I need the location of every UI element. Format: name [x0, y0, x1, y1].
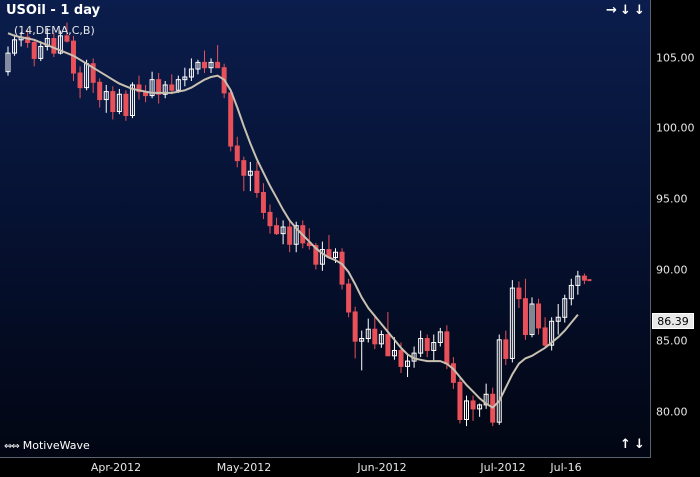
candle-down [457, 381, 463, 421]
candle-down [516, 287, 522, 300]
candle-down [346, 283, 352, 313]
y-tick-label: 95.00 [656, 192, 688, 206]
candle-down [398, 349, 404, 367]
candle-down [274, 225, 280, 235]
chart-window: USOil - 1 day (14,DEMA,C,B) → ↓ ↓ ↑ ↓ ⇔⇔… [0, 0, 700, 477]
last-price-badge: 86.39 [652, 313, 694, 329]
indicator-label: (14,DEMA,C,B) [14, 24, 95, 37]
candle-down [581, 275, 587, 281]
candle-down [385, 334, 391, 357]
candle-down [542, 327, 548, 346]
candle-down [424, 338, 430, 351]
price-chart-svg [5, 22, 592, 427]
y-tick-label: 90.00 [656, 263, 688, 277]
chart-title: USOil - 1 day [6, 3, 101, 18]
candle-down [228, 92, 234, 147]
candle-down [352, 311, 358, 342]
candle-down [110, 91, 116, 113]
candle-down [169, 84, 175, 91]
candle-down [522, 298, 528, 336]
candle-down [31, 41, 37, 59]
scale-up-icon[interactable]: ↑ [620, 437, 631, 452]
candle-down [260, 191, 266, 213]
candle-down [97, 81, 103, 101]
scale-down-icon[interactable]: ↓ [634, 437, 645, 452]
x-tick-label: Jul-2012 [480, 461, 526, 474]
candle-down [372, 328, 378, 345]
candle-down [202, 61, 207, 69]
x-tick-label: May-2012 [216, 461, 272, 474]
x-tick-label: Jun-2012 [357, 461, 407, 474]
scroll-down-alt-icon[interactable]: ↓ [634, 3, 645, 18]
candle-down [287, 226, 293, 245]
y-tick-label: 80.00 [656, 405, 688, 419]
candle-down [503, 339, 509, 359]
candle-down [77, 72, 83, 89]
y-tick-label: 85.00 [656, 334, 688, 348]
candle-down [241, 160, 247, 176]
y-tick-label: 100.00 [656, 121, 695, 135]
candle-down [234, 145, 240, 162]
candle-down [450, 363, 456, 383]
scroll-right-icon[interactable]: → [606, 3, 617, 18]
candle-down [470, 400, 476, 410]
candle-down [444, 331, 450, 365]
candle-down [267, 211, 273, 227]
y-tick-label: 105.00 [656, 51, 695, 65]
brand-label: ⇔⇔ MotiveWave [4, 439, 90, 452]
brand-arrows-icon: ⇔⇔ [4, 441, 20, 452]
candle-down [123, 93, 129, 116]
brand-name: MotiveWave [22, 439, 90, 452]
x-tick-label: Jul-16 [550, 461, 582, 474]
candle-down [215, 61, 221, 69]
scroll-down-icon[interactable]: ↓ [620, 3, 631, 18]
candle-down [536, 303, 542, 329]
price-axis[interactable] [651, 0, 700, 458]
candle-down [339, 251, 345, 285]
candle-down [51, 37, 57, 54]
x-tick-label: Apr-2012 [90, 461, 142, 474]
candle-down [254, 170, 260, 193]
